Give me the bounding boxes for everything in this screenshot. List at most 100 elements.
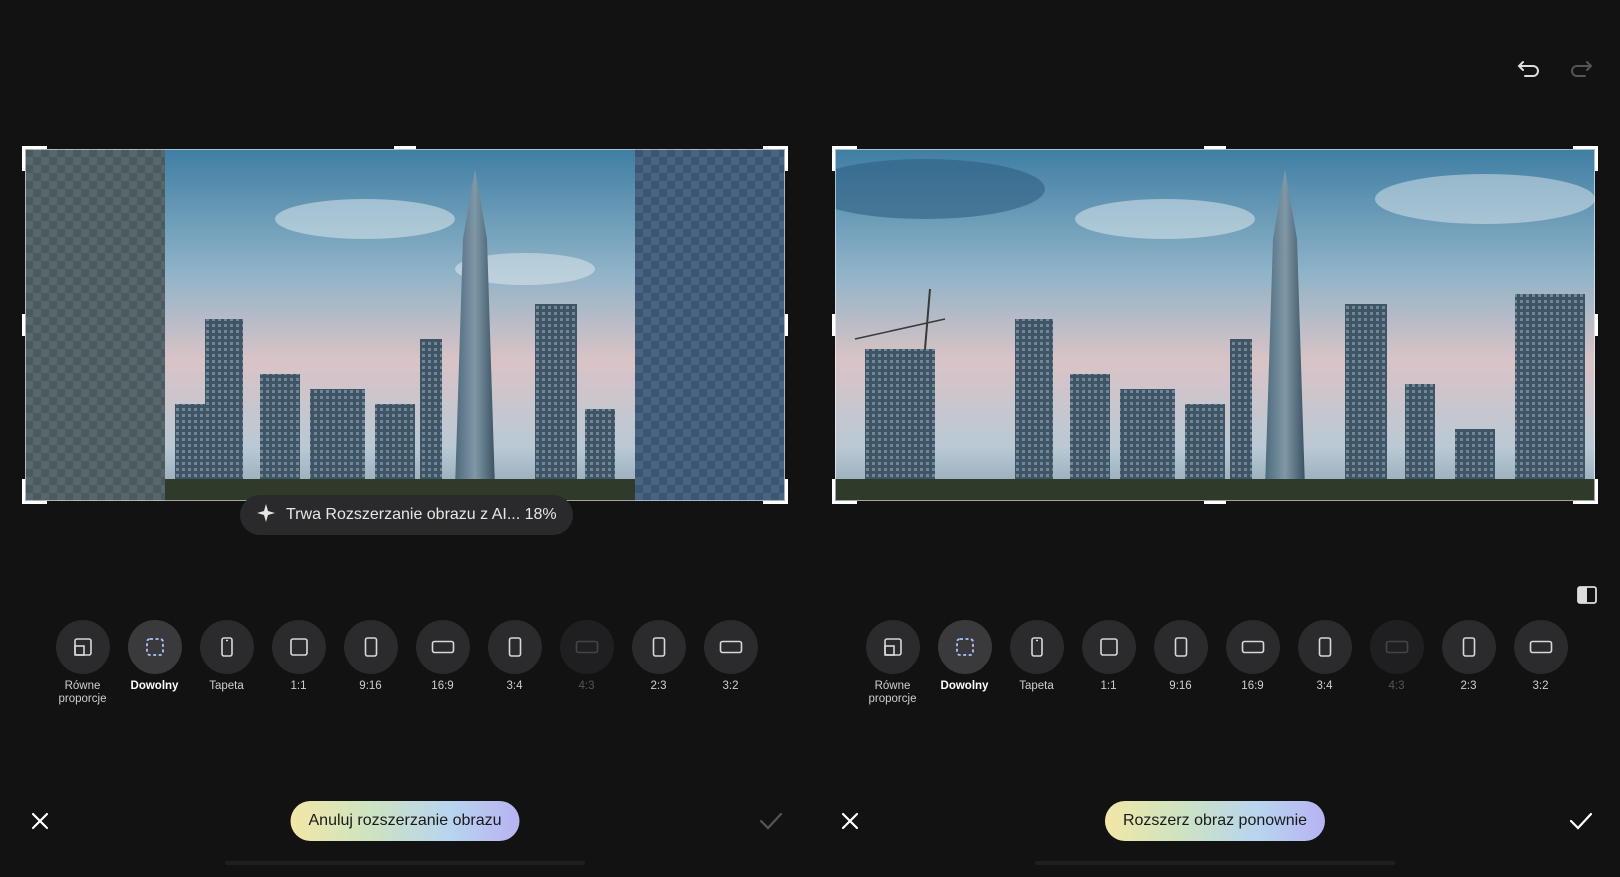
phone-icon <box>1009 620 1064 674</box>
aspect-ratio-bar: Równe proporcje Dowolny Tapeta 1:1 9:16 16:9 3:… <box>865 620 1568 706</box>
crop-handle-right[interactable] <box>785 314 788 336</box>
check-icon <box>1569 812 1593 830</box>
compare-button[interactable] <box>1576 584 1600 608</box>
portrait-icon <box>343 620 398 674</box>
ratio-label: 1:1 <box>290 680 307 692</box>
crop-handle-bottom-right[interactable] <box>763 479 788 504</box>
dashed-square-icon <box>937 620 992 674</box>
ratio-label: 9:16 <box>359 680 382 692</box>
ratio-label: Tapeta <box>1019 680 1054 692</box>
close-icon <box>841 812 859 830</box>
ratio-option[interactable]: 3:4 <box>1297 620 1352 706</box>
ratio-label: 16:9 <box>1241 680 1264 692</box>
ratio-label: 16:9 <box>431 680 454 692</box>
ratio-option[interactable]: Dowolny <box>937 620 992 706</box>
crop-handle-bottom-left[interactable] <box>832 479 857 504</box>
ratio-option[interactable]: 2:3 <box>1441 620 1496 706</box>
home-indicator <box>225 861 585 865</box>
expanded-city-skyline-image <box>835 149 1595 501</box>
image-crop-frame[interactable] <box>832 146 1598 504</box>
ratio-label: Dowolny <box>940 680 989 692</box>
portrait-icon <box>1297 620 1352 674</box>
crop-handle-top[interactable] <box>1204 146 1226 149</box>
ratio-option[interactable]: 2:3 <box>631 620 686 706</box>
cancel-expand-button[interactable]: Anuluj rozszerzanie obrazu <box>290 801 520 841</box>
ratio-option[interactable]: 3:4 <box>487 620 542 706</box>
crop-handle-bottom[interactable] <box>1204 501 1226 504</box>
close-icon <box>31 812 49 830</box>
free-aspect-icon <box>55 620 110 674</box>
portrait-icon <box>1441 620 1496 674</box>
ratio-label: 4:3 <box>578 680 595 692</box>
crop-handle-left[interactable] <box>22 314 25 336</box>
ratio-label: 4:3 <box>1388 680 1405 692</box>
ratio-label: Dowolny <box>130 680 179 692</box>
ratio-option[interactable]: Równe proporcje <box>55 620 110 706</box>
portrait-icon <box>631 620 686 674</box>
close-button[interactable] <box>25 806 55 836</box>
progress-toast: Trwa Rozszerzanie obrazu z AI... 18% <box>240 495 573 535</box>
ratio-option[interactable]: 3:2 <box>703 620 758 706</box>
crop-handle-top[interactable] <box>394 146 416 149</box>
ratio-option: 4:3 <box>1369 620 1424 706</box>
ratio-label: 3:4 <box>506 680 523 692</box>
crop-handle-top-left[interactable] <box>832 146 857 171</box>
ratio-label: 2:3 <box>650 680 667 692</box>
ratio-option[interactable]: 16:9 <box>1225 620 1280 706</box>
aspect-ratio-bar: Równe proporcje Dowolny Tapeta 1:1 9:16 16:9 3:… <box>55 620 758 706</box>
crop-handle-top-left[interactable] <box>22 146 47 171</box>
landscape-icon <box>703 620 758 674</box>
dashed-square-icon <box>127 620 182 674</box>
crop-handle-left[interactable] <box>832 314 835 336</box>
ratio-option[interactable]: 1:1 <box>1081 620 1136 706</box>
crop-handle-right[interactable] <box>1595 314 1598 336</box>
free-aspect-icon <box>865 620 920 674</box>
crop-handle-bottom-left[interactable] <box>22 479 47 504</box>
progress-text: Trwa Rozszerzanie obrazu z AI... 18% <box>286 506 557 523</box>
ratio-option[interactable]: 16:9 <box>415 620 470 706</box>
square-icon <box>1081 620 1136 674</box>
confirm-button[interactable] <box>1566 806 1596 836</box>
ratio-option[interactable]: Dowolny <box>127 620 182 706</box>
ratio-option[interactable]: 3:2 <box>1513 620 1568 706</box>
phone-icon <box>199 620 254 674</box>
redo-button[interactable] <box>1566 54 1596 84</box>
ratio-label: 3:4 <box>1316 680 1333 692</box>
home-indicator <box>1035 861 1395 865</box>
close-button[interactable] <box>835 806 865 836</box>
ratio-label: 1:1 <box>1100 680 1117 692</box>
check-icon <box>759 812 783 830</box>
undo-button[interactable] <box>1514 54 1544 84</box>
ratio-label: Równe proporcje <box>58 680 107 705</box>
ratio-label: Równe proporcje <box>868 680 917 705</box>
ratio-label: 2:3 <box>1460 680 1477 692</box>
ratio-option[interactable]: 9:16 <box>343 620 398 706</box>
landscape-icon <box>559 620 614 674</box>
ratio-option[interactable]: 1:1 <box>271 620 326 706</box>
ratio-label: 3:2 <box>1532 680 1549 692</box>
right-panel: Równe proporcje Dowolny Tapeta 1:1 9:16 16:9 3:… <box>810 0 1620 877</box>
ratio-option[interactable]: 9:16 <box>1153 620 1208 706</box>
portrait-icon <box>1153 620 1208 674</box>
ratio-option[interactable]: Równe proporcje <box>865 620 920 706</box>
image-crop-frame[interactable] <box>22 146 788 504</box>
crop-handle-top-right[interactable] <box>763 146 788 171</box>
history-controls <box>1514 54 1596 84</box>
ratio-option[interactable]: Tapeta <box>199 620 254 706</box>
portrait-icon <box>487 620 542 674</box>
left-panel: Trwa Rozszerzanie obrazu z AI... 18% Rów… <box>0 0 810 877</box>
confirm-button[interactable] <box>756 806 786 836</box>
ratio-option[interactable]: Tapeta <box>1009 620 1064 706</box>
landscape-icon <box>1369 620 1424 674</box>
expand-again-button[interactable]: Rozszerz obraz ponownie <box>1104 801 1326 841</box>
undo-icon <box>1517 61 1539 77</box>
empty-expand-area-right <box>635 149 785 501</box>
landscape-icon <box>415 620 470 674</box>
crop-handle-top-right[interactable] <box>1573 146 1598 171</box>
compare-icon <box>1577 586 1597 604</box>
sparkle-icon <box>256 503 276 528</box>
crop-handle-bottom-right[interactable] <box>1573 479 1598 504</box>
ratio-option: 4:3 <box>559 620 614 706</box>
landscape-icon <box>1513 620 1568 674</box>
redo-icon <box>1571 61 1593 77</box>
